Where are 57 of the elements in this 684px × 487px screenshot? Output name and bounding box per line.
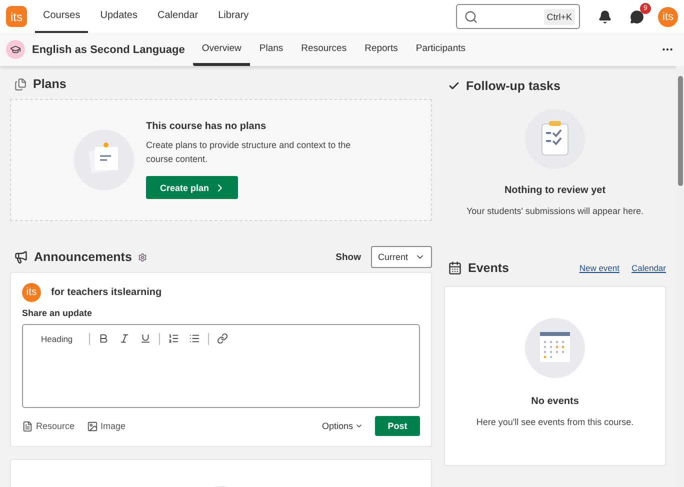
course-tab[interactable]: Plans [250,33,292,66]
notes-illustration [74,130,134,190]
calendar-illustration [525,318,585,378]
empty-text: Your students' submissions will appear here. [466,205,644,218]
link-button[interactable] [214,331,230,346]
empty-text: Create plans to provide structure and context to the course content. [146,139,352,166]
author-name: for teachers itslearning [51,287,162,298]
search-icon [464,10,478,24]
update-editor[interactable]: Heading [22,324,420,408]
image-icon [86,420,98,432]
documents-icon [14,78,27,90]
empty-title: Nothing to review yet [504,185,606,196]
calendar-icon [448,261,462,275]
scrollbar-thumb[interactable] [678,76,682,186]
post-button[interactable]: Post [375,416,420,436]
graduation-cap-icon [6,40,25,59]
italic-icon [118,333,130,344]
empty-text: Here you'll see events from this course. [476,416,634,429]
course-tab[interactable]: Resources [292,33,356,66]
bell-icon [598,10,612,24]
empty-title: This course has no plans [146,121,266,132]
caret-icon [355,422,363,430]
image-button[interactable]: Image [86,420,126,432]
author-avatar: its [22,283,41,302]
bold-icon [98,333,109,344]
section-title: Plans [33,77,66,91]
create-plan-button[interactable]: Create plan [146,176,238,199]
shortcut-hint: Ctrl+K [544,8,575,24]
resource-button[interactable]: Resource [22,420,75,432]
text-link[interactable]: New event [579,263,620,273]
search-field[interactable]: Ctrl+K [456,4,580,29]
underline-icon [140,333,151,344]
section-title: Events [468,261,509,275]
nav-tab[interactable]: Calendar [150,0,206,33]
numbered-list-icon [168,333,179,344]
link-icon [216,333,228,344]
heading-button[interactable]: Heading [31,332,83,346]
section-title: Follow-up tasks [466,79,560,93]
check-icon [448,80,460,92]
course-title: English as Second Language [32,44,185,56]
empty-title: No events [531,396,579,407]
nav-tab[interactable]: Library [210,0,257,33]
options-button[interactable]: Options [322,421,363,431]
chat-bubble-icon [630,10,644,24]
show-select[interactable]: Current [371,246,432,268]
section-title: Announcements [34,250,132,264]
course-tab[interactable]: Participants [406,33,474,66]
show-label: Show [336,252,361,262]
clipboard-illustration [525,109,585,169]
course-tab[interactable]: Reports [356,33,407,66]
text-link[interactable]: Calendar [632,263,666,273]
megaphone-icon [14,250,28,264]
nav-tab[interactable]: Updates [92,0,146,33]
settings-icon[interactable] [138,252,147,262]
document-icon [22,420,33,432]
course-tab[interactable]: Overview [192,33,250,66]
share-label: Share an update [22,308,94,318]
